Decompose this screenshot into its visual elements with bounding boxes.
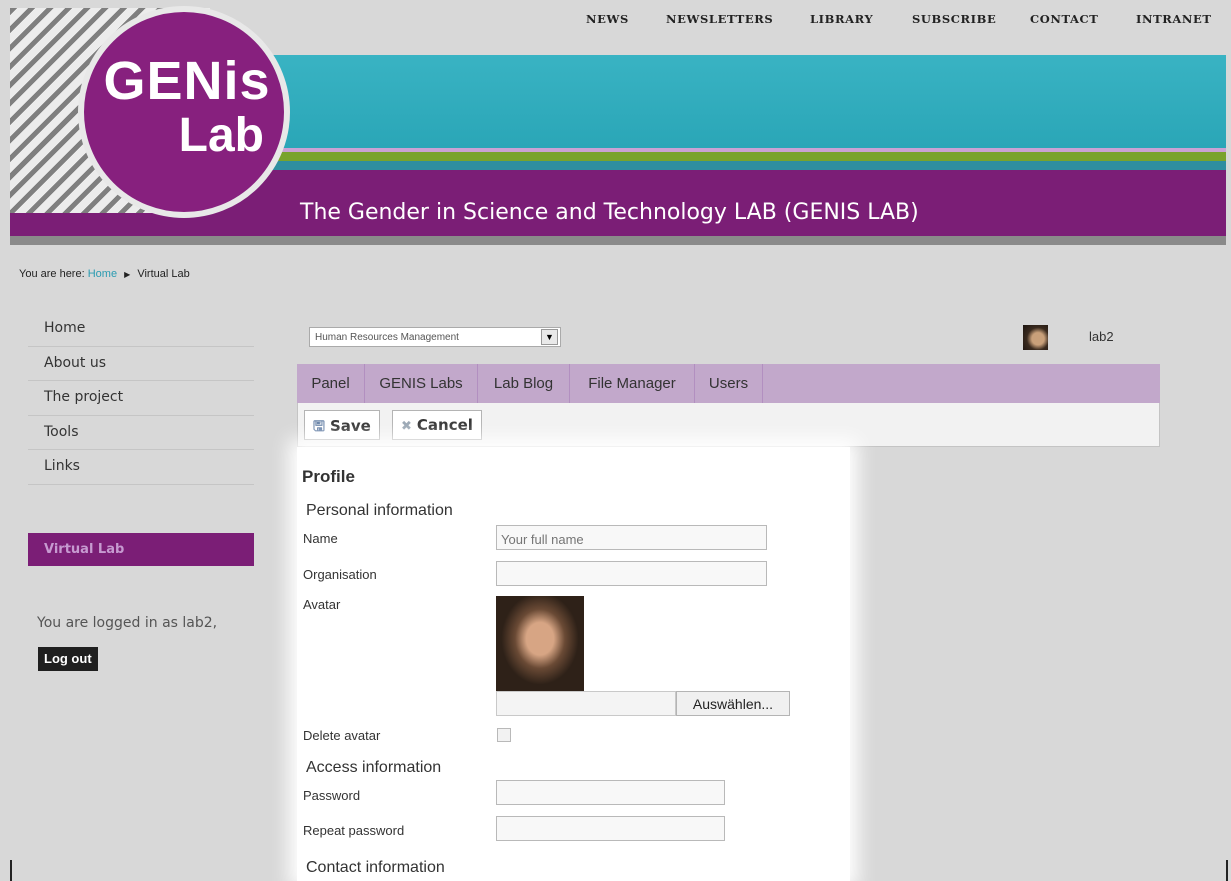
top-navigation: NEWS NEWSLETTERS LIBRARY SUBSCRIBE CONTA… [586,12,1226,28]
logo-text-line2: Lab [178,109,264,162]
repeat-password-label: Repeat password [303,823,405,838]
cancel-button-label: Cancel [416,416,473,434]
tab-file-manager[interactable]: File Manager [570,364,695,403]
logo-text-line1: GENis [103,51,271,111]
tab-lab-blog[interactable]: Lab Blog [478,364,570,403]
tab-panel[interactable]: Panel [297,364,365,403]
file-choose-button[interactable]: Auswählen... [676,691,790,716]
sidebar-item-home[interactable]: Home [28,312,254,347]
password-label: Password [303,788,361,803]
repeat-password-input[interactable] [496,816,725,841]
save-button-label: Save [329,417,371,435]
chevron-down-icon[interactable]: ▼ [541,329,558,345]
organisation-input[interactable] [496,561,767,586]
nav-newsletters[interactable]: NEWSLETTERS [666,12,773,26]
file-path-field[interactable] [496,691,676,716]
avatar-label: Avatar [303,597,341,612]
floppy-disk-icon: 🖫 [313,419,325,435]
name-input[interactable] [496,525,767,550]
sidebar-menu: Home About us The project Tools Links [28,312,254,485]
sidebar-item-tools[interactable]: Tools [28,416,254,450]
nav-contact[interactable]: CONTACT [1030,12,1098,26]
user-avatar[interactable] [1023,325,1048,350]
sidebar-item-links[interactable]: Links [28,450,254,485]
lab-select-value: Human Resources Management [315,332,459,343]
breadcrumb: You are here: Home ▶ Virtual Lab [19,268,190,280]
nav-intranet[interactable]: INTRANET [1136,12,1212,26]
name-label: Name [303,531,338,546]
nav-subscribe[interactable]: SUBSCRIBE [912,12,996,26]
toolbar: 🖫 Save ✖ Cancel [297,403,1160,447]
site-logo[interactable]: GENis Lab [78,6,290,218]
close-icon: ✖ [401,419,412,434]
avatar-image [496,596,584,691]
profile-title: Profile [302,467,355,486]
window-edge-marker [1226,860,1228,881]
breadcrumb-home-link[interactable]: Home [88,268,117,280]
save-button[interactable]: 🖫 Save [304,410,380,440]
user-name[interactable]: lab2 [1089,329,1114,344]
sidebar-section-virtual-lab[interactable]: Virtual Lab [28,533,254,566]
sidebar-item-about-us[interactable]: About us [28,347,254,381]
nav-news[interactable]: NEWS [586,12,629,26]
banner-grey-band [10,236,1226,245]
nav-library[interactable]: LIBRARY [810,12,873,26]
cancel-button[interactable]: ✖ Cancel [392,410,482,440]
tab-users[interactable]: Users [695,364,763,403]
lab-select[interactable]: Human Resources Management ▼ [309,327,561,347]
password-input[interactable] [496,780,725,805]
breadcrumb-prefix: You are here: [19,268,85,280]
section-personal-information: Personal information [306,502,453,519]
section-access-information: Access information [306,759,442,776]
logout-button[interactable]: Log out [38,647,98,671]
sidebar-item-the-project[interactable]: The project [28,381,254,416]
logged-in-text: You are logged in as lab2, [37,615,218,631]
tab-genis-labs[interactable]: GENIS Labs [365,364,478,403]
window-edge-marker [10,860,12,881]
section-contact-information: Contact information [306,859,445,876]
organisation-label: Organisation [303,567,377,582]
breadcrumb-current: Virtual Lab [137,268,190,280]
breadcrumb-arrow-icon: ▶ [124,270,131,279]
tab-bar: Panel GENIS Labs Lab Blog File Manager U… [297,364,1160,403]
delete-avatar-checkbox[interactable] [497,728,511,742]
banner-title: The Gender in Science and Technology LAB… [300,200,919,225]
delete-avatar-label: Delete avatar [303,728,381,743]
